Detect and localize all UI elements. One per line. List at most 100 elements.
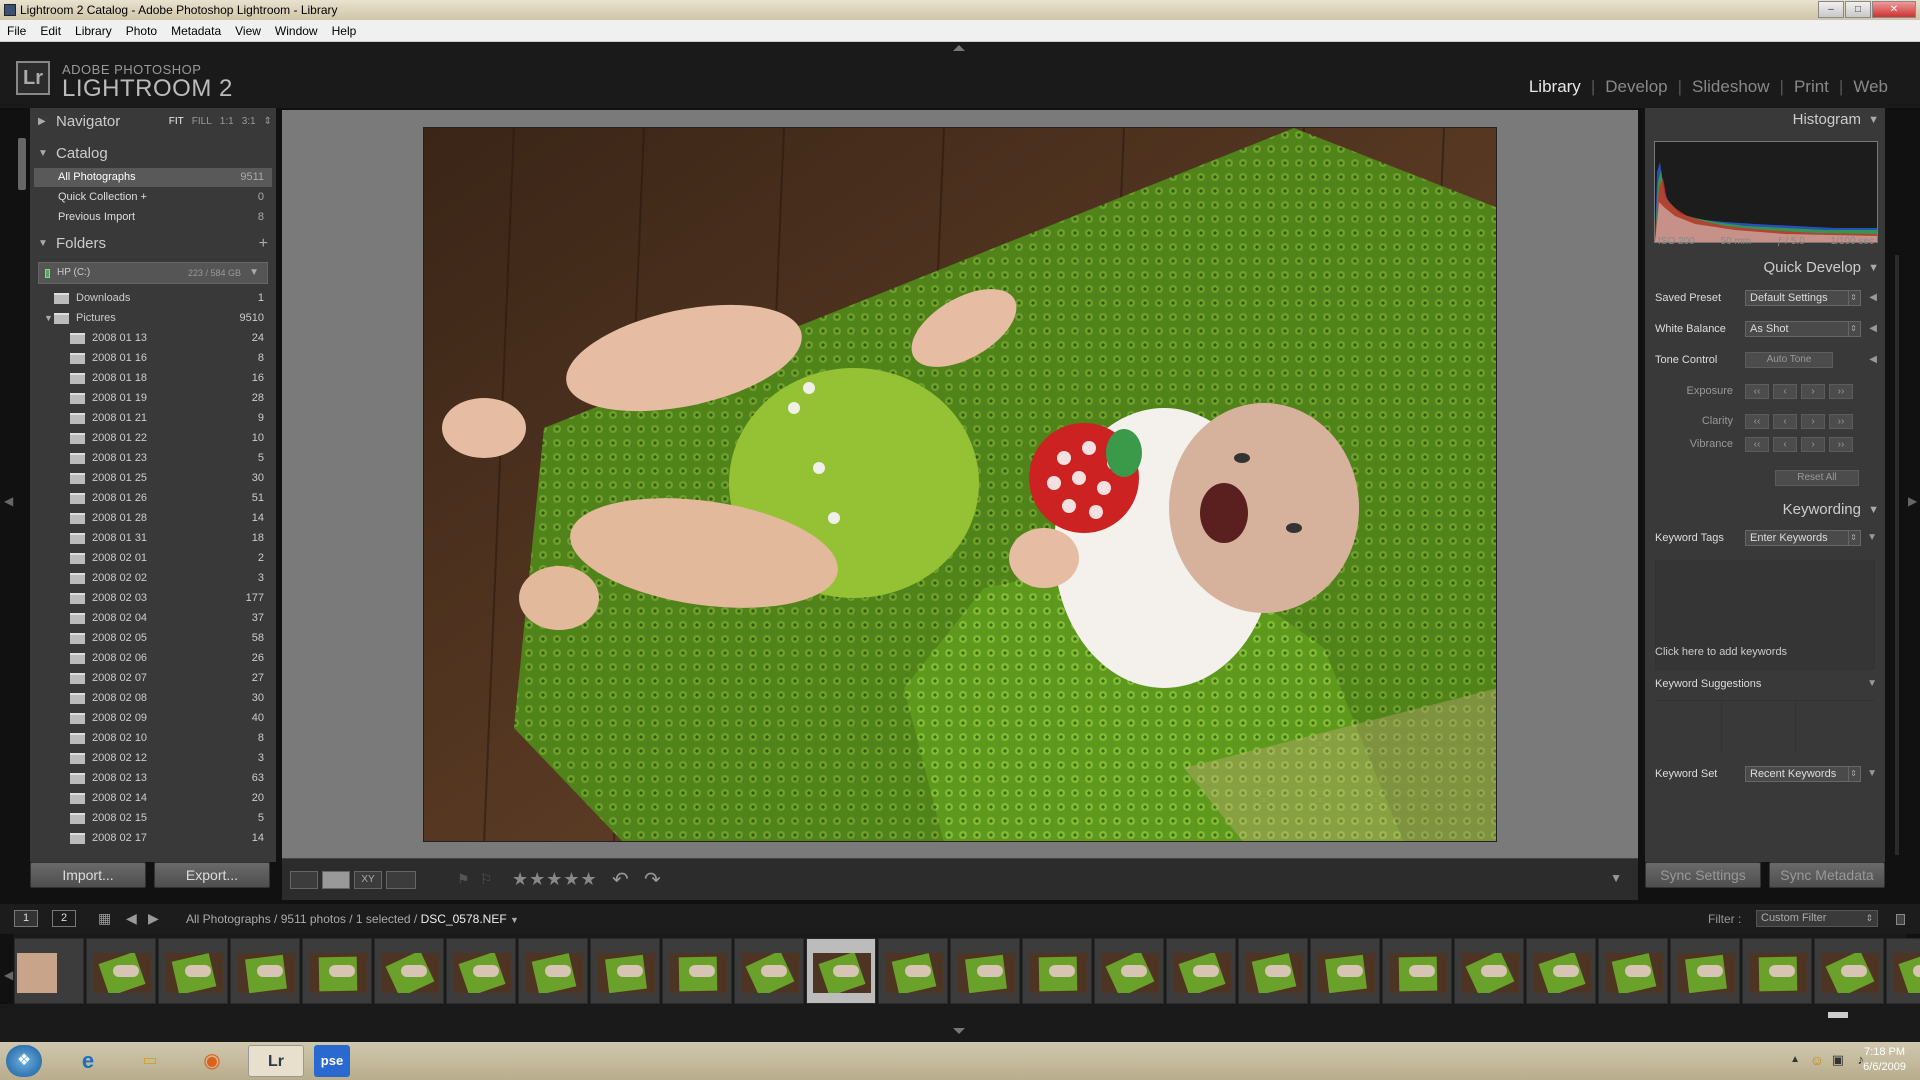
close-button[interactable]: ✕ [1872, 1, 1916, 18]
rotate-right-icon[interactable]: ↷ [644, 867, 661, 892]
filmstrip-thumbnail[interactable] [86, 938, 156, 1004]
zoom-dropdown-icon[interactable]: ⇕ [264, 108, 272, 136]
filmstrip-source[interactable]: All Photographs / 9511 photos / 1 select… [186, 912, 519, 926]
folder-row-subfolder[interactable]: 2008 02 15 5 [34, 808, 272, 828]
file-explorer-icon[interactable]: ▭ [128, 1045, 172, 1077]
folder-row-subfolder[interactable]: 2008 01 16 8 [34, 348, 272, 368]
start-button-icon[interactable]: ❖ [6, 1045, 42, 1077]
histogram-chart[interactable] [1654, 141, 1878, 243]
saved-preset-select[interactable]: Default Settings ⇕ [1745, 290, 1861, 306]
drive-dropdown-icon[interactable]: ▼ [249, 263, 259, 283]
folder-row-subfolder[interactable]: 2008 02 07 27 [34, 668, 272, 688]
vibrance-decrease-large[interactable]: ‹‹ [1745, 437, 1769, 452]
tray-expand-icon[interactable]: ▲ [1790, 1054, 1800, 1065]
zoom-fill[interactable]: FILL [192, 108, 212, 136]
right-panel-scrollbar[interactable] [1895, 255, 1899, 855]
folder-row-subfolder[interactable]: 2008 02 17 14 [34, 828, 272, 848]
module-library[interactable]: Library [1519, 77, 1591, 97]
module-slideshow[interactable]: Slideshow [1682, 77, 1780, 97]
reset-all-button[interactable]: Reset All [1775, 470, 1859, 486]
folder-row-subfolder[interactable]: 2008 02 08 30 [34, 688, 272, 708]
filmstrip-thumbnail[interactable] [518, 938, 588, 1004]
firefox-icon[interactable]: ◉ [190, 1045, 234, 1077]
folder-row-subfolder[interactable]: 2008 02 09 40 [34, 708, 272, 728]
add-folder-button[interactable]: + [259, 230, 268, 258]
folder-row-subfolder[interactable]: 2008 02 12 3 [34, 748, 272, 768]
filmstrip-thumbnail[interactable] [662, 938, 732, 1004]
taskbar-pse-icon[interactable]: pse [314, 1045, 350, 1077]
keywording-header[interactable]: Keywording ▼ [1645, 498, 1885, 522]
filmstrip-thumbnail[interactable] [1526, 938, 1596, 1004]
folder-row-subfolder[interactable]: 2008 01 28 14 [34, 508, 272, 528]
collapse-bottom-panel-icon[interactable] [953, 1028, 965, 1034]
filmstrip-thumbnail[interactable] [1454, 938, 1524, 1004]
menu-library[interactable]: Library [68, 24, 119, 38]
folder-row-subfolder[interactable]: 2008 01 19 28 [34, 388, 272, 408]
internet-explorer-icon[interactable]: e [66, 1045, 110, 1077]
minimize-button[interactable]: – [1818, 1, 1844, 18]
toolbar-options-icon[interactable]: ▼ [1610, 871, 1622, 885]
system-clock[interactable]: 7:18 PM 6/6/2009 [1863, 1045, 1906, 1075]
folder-row-subfolder[interactable]: 2008 01 21 9 [34, 408, 272, 428]
folder-row-subfolder[interactable]: 2008 01 22 10 [34, 428, 272, 448]
star-rating[interactable]: ★★★★★ [512, 869, 598, 890]
grid-view-icon[interactable] [290, 871, 318, 889]
folder-row-subfolder[interactable]: 2008 02 10 8 [34, 728, 272, 748]
window-page-2[interactable]: 2 [52, 910, 76, 927]
folder-row-subfolder[interactable]: 2008 02 01 2 [34, 548, 272, 568]
filmstrip-thumbnail[interactable] [1814, 938, 1884, 1004]
filmstrip-thumbnail[interactable] [1382, 938, 1452, 1004]
catalog-item-quick-collection[interactable]: Quick Collection + 0 [34, 188, 272, 207]
back-arrow-icon[interactable]: ◀ [126, 910, 137, 927]
filmstrip-thumbnail[interactable] [1022, 938, 1092, 1004]
survey-view-icon[interactable] [386, 871, 416, 889]
clarity-decrease[interactable]: ‹ [1773, 414, 1797, 429]
import-button[interactable]: Import... [30, 862, 146, 888]
filmstrip-thumbnail[interactable] [878, 938, 948, 1004]
source-dropdown-icon[interactable]: ▼ [510, 915, 519, 925]
folder-row-subfolder[interactable]: 2008 02 14 20 [34, 788, 272, 808]
tray-network-icon[interactable]: ▣ [1832, 1052, 1844, 1068]
volume-browser-drive[interactable]: HP (C:) 223 / 584 GB ▼ [38, 262, 268, 284]
filter-select[interactable]: Custom Filter ⇕ [1756, 910, 1878, 927]
folder-row-subfolder[interactable]: 2008 01 13 24 [34, 328, 272, 348]
clarity-increase-large[interactable]: ›› [1829, 414, 1853, 429]
folder-row-subfolder[interactable]: 2008 02 06 26 [34, 648, 272, 668]
keyword-set-select[interactable]: Recent Keywords ⇕ [1745, 766, 1861, 782]
collapse-triangle-icon[interactable]: ◀ [1869, 346, 1877, 374]
exposure-decrease-large[interactable]: ‹‹ [1745, 384, 1769, 399]
collapse-triangle-icon[interactable]: ◀ [1869, 284, 1877, 312]
export-button[interactable]: Export... [154, 862, 270, 888]
filter-lock-icon[interactable] [1896, 914, 1905, 925]
filmstrip-thumbnail[interactable] [1238, 938, 1308, 1004]
folder-row-subfolder[interactable]: 2008 01 31 18 [34, 528, 272, 548]
compare-view-icon[interactable]: XY [354, 871, 382, 889]
add-keywords-field[interactable]: Click here to add keywords [1655, 646, 1787, 658]
filmstrip-thumbnail-selected[interactable] [806, 938, 876, 1004]
filmstrip-thumbnail[interactable] [158, 938, 228, 1004]
filmstrip-thumbnail[interactable] [1166, 938, 1236, 1004]
white-balance-select[interactable]: As Shot ⇕ [1745, 321, 1861, 337]
menu-edit[interactable]: Edit [33, 24, 68, 38]
flag-icon[interactable]: ⚑ [457, 871, 470, 888]
menu-view[interactable]: View [228, 24, 268, 38]
module-web[interactable]: Web [1843, 77, 1898, 97]
left-panel-scrollbar[interactable] [18, 138, 26, 190]
folder-row-downloads[interactable]: Downloads 1 [34, 288, 272, 308]
navigator-header[interactable]: ▶ Navigator FIT FILL 1:1 3:1 ⇕ [30, 108, 276, 136]
folder-row-subfolder[interactable]: 2008 02 05 58 [34, 628, 272, 648]
filmstrip-thumbnail[interactable] [302, 938, 372, 1004]
filmstrip-thumbnail[interactable] [1310, 938, 1380, 1004]
folder-row-subfolder[interactable]: 2008 01 18 16 [34, 368, 272, 388]
filmstrip-thumbnail[interactable] [1598, 938, 1668, 1004]
collapse-top-panel-icon[interactable] [953, 45, 965, 51]
clarity-decrease-large[interactable]: ‹‹ [1745, 414, 1769, 429]
histogram-header[interactable]: Histogram ▼ [1645, 108, 1885, 132]
auto-tone-button[interactable]: Auto Tone [1745, 352, 1833, 368]
filmstrip-thumbnail[interactable] [1094, 938, 1164, 1004]
window-page-1[interactable]: 1 [14, 910, 38, 927]
filmstrip-thumbnail[interactable] [230, 938, 300, 1004]
loupe-view-icon[interactable] [322, 871, 350, 889]
vibrance-decrease[interactable]: ‹ [1773, 437, 1797, 452]
folders-header[interactable]: ▼ Folders + [30, 230, 276, 258]
